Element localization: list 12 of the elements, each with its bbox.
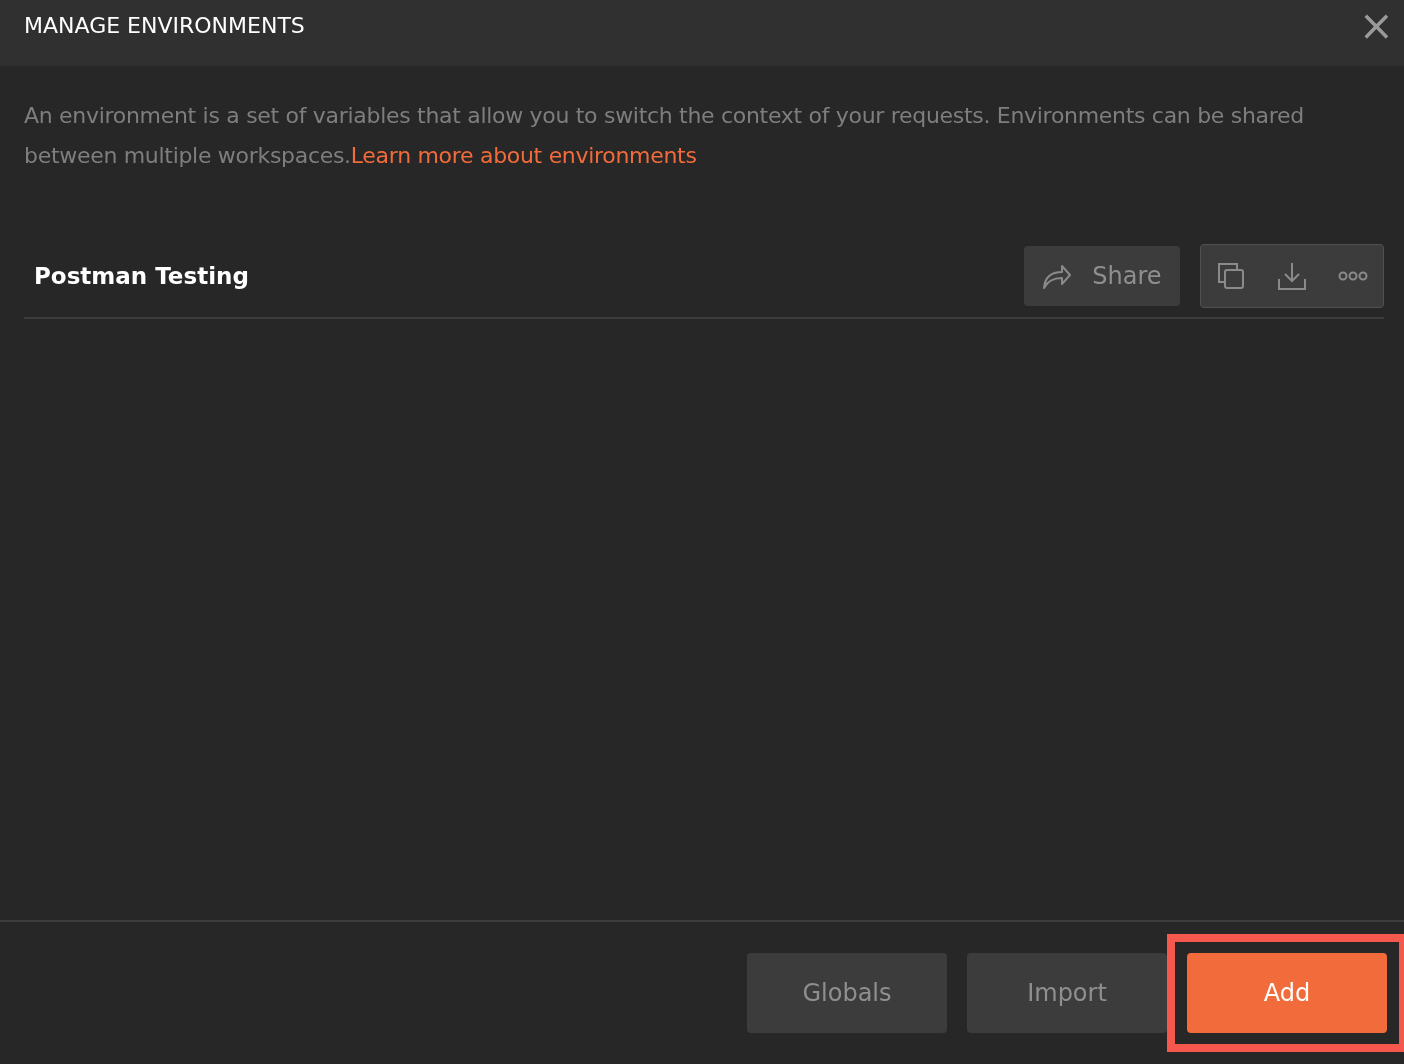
close-button[interactable]: × bbox=[1354, 5, 1398, 47]
description-text: An environment is a set of variables that allow you to switch the context of your requests. Environments can be shared between multiple workspaces.Learn more about environments bbox=[24, 102, 1305, 170]
share-button[interactable]: Share bbox=[1024, 245, 1180, 306]
secondary-button[interactable]: Globals bbox=[747, 953, 947, 1033]
dialog-title: MANAGE ENVIRONMENTS bbox=[24, 12, 305, 38]
learn-more-link[interactable]: Learn more about environments bbox=[350, 143, 697, 168]
download-icon[interactable] bbox=[1277, 260, 1307, 291]
more-icon[interactable] bbox=[1337, 270, 1368, 281]
copy-icon[interactable] bbox=[1216, 260, 1247, 291]
add-button[interactable]: Add bbox=[1187, 953, 1387, 1033]
secondary-button[interactable]: Import bbox=[967, 953, 1167, 1033]
environment-name[interactable]: Postman Testing bbox=[34, 262, 1024, 289]
